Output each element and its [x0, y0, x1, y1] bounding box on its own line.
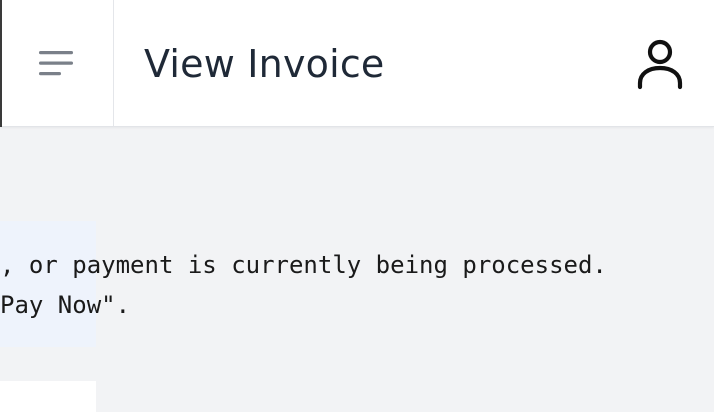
menu-cell: [0, 0, 114, 126]
top-app-bar: View Invoice: [0, 0, 714, 127]
page: View Invoice , or payment is currently b…: [0, 0, 714, 412]
left-edge-line: [0, 0, 2, 127]
hamburger-menu-icon: [38, 51, 73, 76]
menu-button[interactable]: [33, 39, 81, 87]
notice-text-line-1: , or payment is currently being processe…: [0, 251, 607, 279]
user-account-icon: [637, 39, 683, 90]
page-title: View Invoice: [144, 42, 385, 86]
notice-text-line-2: Pay Now".: [0, 291, 131, 319]
card-peek: [0, 381, 96, 412]
user-account-button[interactable]: [626, 30, 694, 98]
notice-highlight: [0, 221, 96, 347]
